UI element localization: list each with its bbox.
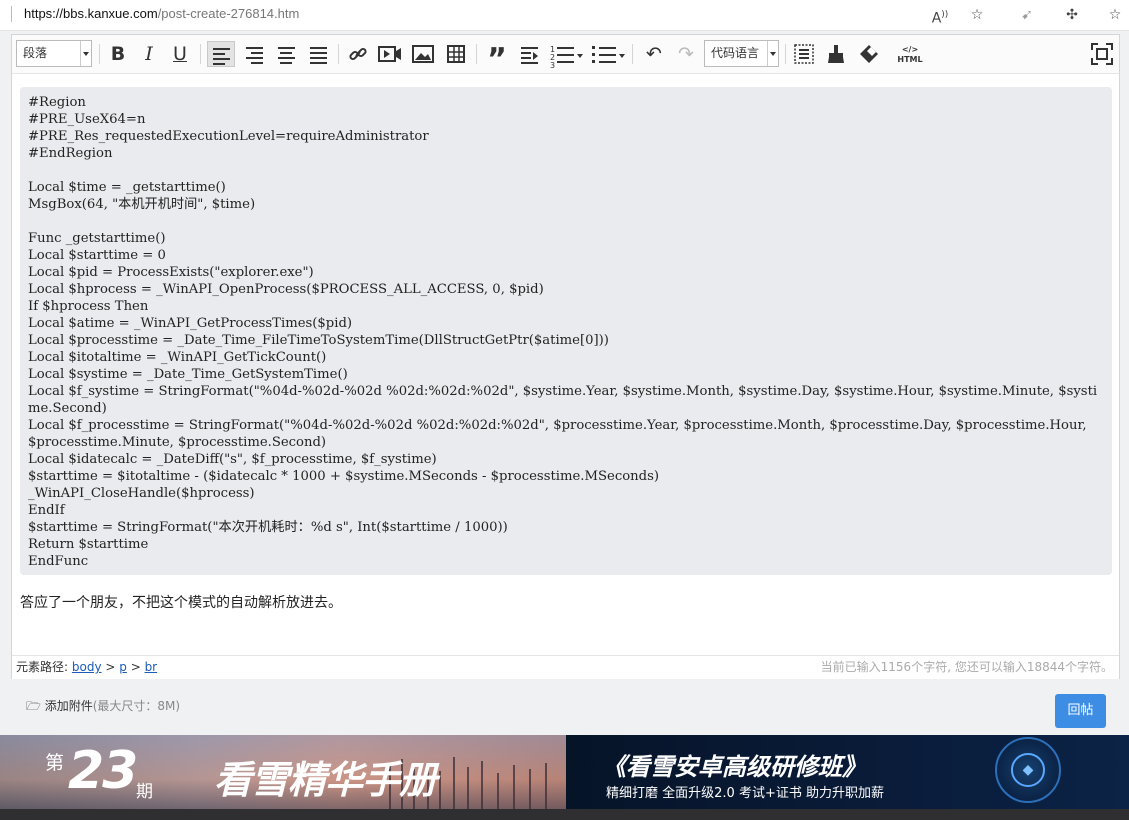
chevron-down-icon <box>767 41 778 66</box>
add-attachment-link[interactable]: 🗁 添加附件(最大尺寸：8M) <box>26 697 180 718</box>
editor-toolbar: 段落 B I U ” 1 2 3 ↶ ↷ 代码语言 </> HTML <box>12 35 1119 77</box>
align-right-icon[interactable] <box>240 41 268 67</box>
image-icon[interactable] <box>409 41 437 67</box>
align-left-icon[interactable] <box>207 41 235 67</box>
post-editor: 段落 B I U ” 1 2 3 ↶ ↷ 代码语言 </> HTML #Regi… <box>11 34 1120 679</box>
ordered-list-icon[interactable]: 123 <box>547 41 583 70</box>
chevron-down-icon <box>619 54 625 58</box>
browser-address-bar: https://bbs.kanxue.com/post-create-27681… <box>0 0 1129 31</box>
link-icon[interactable] <box>344 41 372 67</box>
element-path: 元素路径: body > p > br <box>16 660 158 674</box>
toolbar-divider <box>632 44 633 64</box>
banner-issue-number: 23 <box>68 741 138 801</box>
page-bottom-strip <box>0 809 1129 820</box>
video-icon[interactable] <box>376 41 404 67</box>
select-all-icon[interactable] <box>790 41 818 67</box>
toolbar-divider <box>476 44 477 64</box>
code-block[interactable]: #Region #PRE_UseX64=n #PRE_Res_requested… <box>20 87 1112 575</box>
handbook-banner[interactable]: 第 23 期 看雪精华手册 <box>0 735 566 809</box>
paragraph-format-select[interactable]: 段落 <box>16 40 92 67</box>
format-painter-icon[interactable] <box>822 41 850 67</box>
collections-icon[interactable]: ☆ <box>1105 5 1125 25</box>
android-course-banner[interactable]: 《看雪安卓高级研修班》 精细打磨 全面升级2.0 考试+证书 助力升职加薪 ◆ <box>566 735 1129 809</box>
paragraph-format-value: 段落 <box>23 46 48 60</box>
editor-statusbar: 元素路径: body > p > br 当前已输入1156个字符, 您还可以输入… <box>12 655 1119 679</box>
chevron-down-icon <box>577 54 583 58</box>
unordered-list-icon[interactable] <box>589 41 625 67</box>
url-path: /post-create-276814.htm <box>157 6 300 21</box>
code-content: #Region #PRE_UseX64=n #PRE_Res_requested… <box>28 95 1098 569</box>
toolbar-divider <box>99 44 100 64</box>
course-title: 《看雪安卓高级研修班》 <box>602 753 866 781</box>
path-br-link[interactable]: br <box>145 660 158 674</box>
redo-icon[interactable]: ↷ <box>672 41 700 67</box>
banner-issue-suffix: 期 <box>136 782 153 802</box>
italic-icon[interactable]: I <box>135 41 163 67</box>
html-icon[interactable]: </> HTML <box>896 41 924 67</box>
banner-title: 看雪精华手册 <box>214 758 437 802</box>
align-center-icon[interactable] <box>272 41 300 67</box>
android-badge-icon: ◆ <box>995 737 1061 803</box>
folder-icon: 🗁 <box>26 699 41 713</box>
course-subtitle: 精细打磨 全面升级2.0 考试+证书 助力升职加薪 <box>606 786 884 801</box>
path-p-link[interactable]: p <box>119 660 127 674</box>
path-body-link[interactable]: body <box>72 660 102 674</box>
bold-icon[interactable]: B <box>104 41 132 67</box>
element-path-label: 元素路径: <box>16 660 69 674</box>
attachment-limit: (最大尺寸：8M) <box>92 699 181 713</box>
toolbar-divider <box>785 44 786 64</box>
underline-icon[interactable]: U <box>166 41 194 67</box>
extensions-icon[interactable]: ✣ <box>1062 5 1082 25</box>
eraser-icon[interactable] <box>855 41 883 67</box>
table-icon[interactable] <box>442 41 470 67</box>
toolbar-divider <box>338 44 339 64</box>
align-justify-icon[interactable] <box>304 41 332 67</box>
address-separator <box>11 6 12 22</box>
reply-button[interactable]: 回帖 <box>1055 694 1106 728</box>
paragraph-text: 答应了一个朋友，不把这个模式的自动解析放进去。 <box>20 595 342 611</box>
add-attachment-label: 添加附件 <box>44 699 93 713</box>
code-language-select[interactable]: 代码语言 <box>704 40 779 67</box>
char-count: 当前已输入1156个字符, 您还可以输入18844个字符。 <box>820 660 1113 674</box>
quote-icon[interactable]: ” <box>483 41 511 77</box>
banner-issue-prefix: 第 <box>45 752 65 774</box>
url-field[interactable]: https://bbs.kanxue.com/post-create-27681… <box>24 6 299 21</box>
toolbar-divider <box>200 44 201 64</box>
read-aloud-icon[interactable]: A)) <box>930 5 950 27</box>
chevron-down-icon <box>80 41 91 66</box>
code-language-value: 代码语言 <box>711 46 760 60</box>
indent-icon[interactable] <box>515 41 543 67</box>
undo-icon[interactable]: ↶ <box>640 41 668 67</box>
url-host: https://bbs.kanxue.com <box>24 6 158 21</box>
browser-essentials-icon[interactable]: ➹ <box>1017 5 1037 25</box>
fullscreen-icon[interactable] <box>1088 41 1116 67</box>
favorite-icon[interactable]: ☆ <box>967 5 987 25</box>
